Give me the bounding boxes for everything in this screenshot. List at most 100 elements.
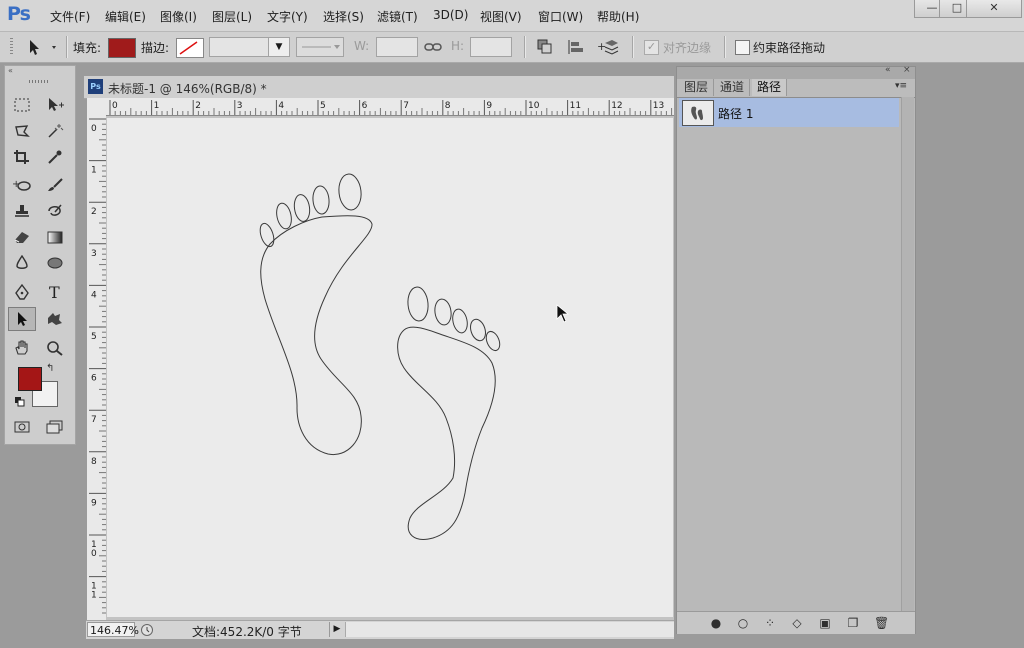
menu-3d[interactable]: 3D(D)	[433, 8, 468, 22]
custom-shape-tool-icon[interactable]	[41, 307, 69, 331]
collapse-icon[interactable]: «	[8, 66, 70, 75]
height-label: H:	[451, 39, 465, 53]
ruler-origin[interactable]	[87, 98, 107, 116]
move-tool-icon[interactable]	[41, 93, 69, 117]
path-list-item[interactable]: 路径 1	[679, 98, 899, 127]
hand-tool-icon[interactable]	[8, 336, 36, 360]
tools-grip	[29, 80, 49, 83]
panel-close-icon[interactable]: ×	[903, 65, 911, 75]
ruler-label: 1	[91, 591, 97, 601]
height-field[interactable]	[470, 37, 512, 57]
document-tab[interactable]: Ps 未标题-1 @ 146%(RGB/8) *	[84, 76, 674, 99]
menu-file[interactable]: 文件(F)	[50, 8, 90, 25]
quick-mask-icon[interactable]	[8, 415, 36, 439]
menu-edit[interactable]: 编辑(E)	[105, 8, 146, 25]
load-selection-icon[interactable]: ⁘	[763, 617, 777, 629]
fill-color-swatch[interactable]	[108, 38, 136, 58]
tab-paths[interactable]: 路径	[752, 79, 788, 96]
options-separator	[524, 36, 526, 58]
eyedropper-icon[interactable]	[41, 145, 69, 169]
ps-document-icon: Ps	[88, 79, 103, 94]
brush-tool-icon[interactable]	[41, 173, 69, 197]
lasso-tool-icon[interactable]	[8, 119, 36, 143]
chevron-down-icon: ▼	[275, 42, 283, 52]
vertical-ruler[interactable]: 01234567891011	[87, 115, 107, 620]
svg-text:T: T	[49, 284, 60, 300]
eraser-tool-icon[interactable]	[8, 225, 36, 249]
make-work-path-icon[interactable]: ◇	[790, 617, 804, 629]
menu-window[interactable]: 窗口(W)	[538, 8, 583, 25]
width-field[interactable]	[376, 37, 418, 57]
fill-path-icon[interactable]: ●	[709, 617, 723, 629]
zoom-level-field[interactable]: 146.47%	[87, 622, 139, 637]
ruler-label: 0	[91, 124, 97, 134]
menu-help[interactable]: 帮助(H)	[597, 8, 639, 25]
path-selection-tool-icon[interactable]	[8, 307, 36, 331]
menu-bar: Ps 文件(F) 编辑(E) 图像(I) 图层(L) 文字(Y) 选择(S) 滤…	[0, 0, 1024, 32]
foreground-color-swatch-top[interactable]	[18, 367, 42, 391]
close-button[interactable]: ✕	[966, 0, 1022, 18]
footprint-paths	[259, 173, 501, 540]
menu-select[interactable]: 选择(S)	[323, 8, 364, 25]
pen-tool-icon[interactable]	[8, 280, 36, 304]
panel-footer: ● ○ ⁘ ◇ ▣ ❐ 🗑	[677, 611, 915, 634]
constrain-path-checkbox[interactable]	[735, 40, 750, 55]
menu-layer[interactable]: 图层(L)	[212, 8, 252, 25]
crop-tool-icon[interactable]	[8, 145, 36, 169]
horizontal-scrollbar[interactable]	[345, 622, 674, 637]
stroke-path-icon[interactable]: ○	[736, 617, 750, 629]
stroke-width-field[interactable]	[209, 37, 269, 57]
magic-wand-icon[interactable]	[41, 119, 69, 143]
status-menu-arrow-icon[interactable]: ▶	[329, 622, 344, 637]
clone-stamp-icon[interactable]	[8, 199, 36, 223]
tab-layers[interactable]: 图层	[679, 79, 715, 96]
ruler-label: 9	[91, 498, 97, 508]
ruler-label: 1	[91, 166, 97, 176]
document-canvas[interactable]	[107, 118, 673, 617]
menu-type[interactable]: 文字(Y)	[267, 8, 308, 25]
photoshop-logo: Ps	[7, 3, 31, 25]
panel-collapse-icon[interactable]: «	[885, 65, 891, 75]
zoom-tool-icon[interactable]	[41, 336, 69, 360]
dodge-tool-icon[interactable]	[41, 251, 69, 275]
path-alignment-icon[interactable]	[566, 38, 586, 56]
spot-healing-icon[interactable]: +	[8, 173, 36, 197]
panel-scrollbar[interactable]	[901, 97, 914, 611]
screen-mode-icon[interactable]	[41, 415, 69, 439]
default-colors-icon[interactable]	[15, 396, 25, 407]
stroke-color-swatch[interactable]	[176, 38, 204, 58]
status-options-icon[interactable]	[140, 623, 154, 637]
panel-menu-icon[interactable]: ▾≡	[895, 81, 907, 91]
horizontal-ruler[interactable]: 0 1 2 3 4 5 6 7 8 9 10 11 12 13	[106, 98, 674, 116]
add-mask-icon[interactable]: ▣	[818, 617, 832, 629]
menu-view[interactable]: 视图(V)	[480, 8, 522, 25]
swap-colors-icon[interactable]: ↰	[46, 363, 54, 374]
ruler-label: 6	[91, 374, 97, 384]
document-title: 未标题-1 @ 146%(RGB/8) *	[108, 82, 267, 96]
stroke-label: 描边:	[141, 41, 170, 55]
menu-filter[interactable]: 滤镜(T)	[377, 8, 418, 25]
ruler-label: 13	[653, 101, 664, 111]
align-edges-checkbox[interactable]: ✓	[644, 40, 659, 55]
ruler-label: 5	[91, 332, 97, 342]
menu-image[interactable]: 图像(I)	[160, 8, 197, 25]
tab-channels[interactable]: 通道	[715, 79, 751, 96]
tool-preset-picker[interactable]	[24, 37, 62, 57]
type-tool-icon[interactable]: T	[41, 280, 69, 304]
stroke-type-dropdown[interactable]	[296, 37, 344, 57]
fill-label: 填充:	[73, 41, 102, 55]
ruler-label: 5	[320, 101, 326, 111]
link-icon[interactable]	[424, 39, 442, 55]
delete-path-icon[interactable]: 🗑	[874, 617, 889, 629]
blur-tool-icon[interactable]	[8, 251, 36, 275]
ruler-label: 8	[91, 457, 97, 467]
marquee-tool-icon[interactable]	[8, 93, 36, 117]
stroke-width-dropdown[interactable]: ▼	[268, 37, 290, 57]
path-arrangement-icon[interactable]: +	[597, 38, 619, 56]
gradient-tool-icon[interactable]	[41, 225, 69, 249]
ruler-label: 3	[237, 101, 243, 111]
history-brush-icon[interactable]	[41, 199, 69, 223]
path-operations-icon[interactable]	[536, 38, 556, 56]
new-path-icon[interactable]: ❐	[846, 617, 860, 629]
align-edges-label: 对齐边缘	[663, 41, 712, 55]
